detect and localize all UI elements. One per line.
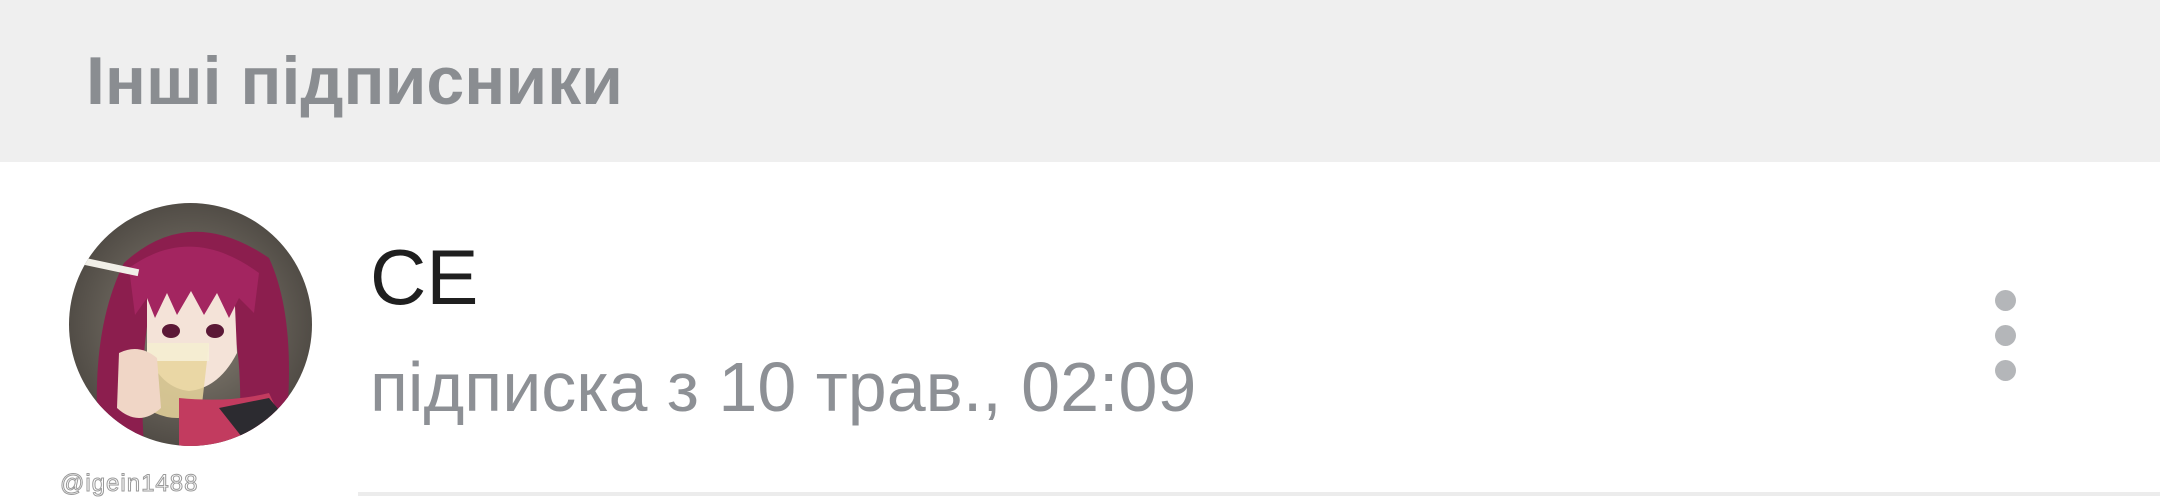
section-header: Інші підписники: [0, 0, 2160, 162]
subscribers-screen: Інші підписники CE підписка з 10 трав., …: [0, 0, 2160, 502]
watermark: @igein1488: [59, 470, 199, 498]
section-title: Інші підписники: [86, 43, 623, 119]
menu-dot: [1995, 290, 2016, 311]
avatar[interactable]: [69, 203, 312, 446]
subscription-date: підписка з 10 трав., 02:09: [370, 348, 1197, 426]
avatar-image: [69, 203, 312, 446]
more-vertical-icon[interactable]: [1980, 282, 2030, 392]
menu-dot: [1995, 325, 2016, 346]
divider: [358, 492, 2160, 496]
subscriber-list-item[interactable]: CE підписка з 10 трав., 02:09 @igein1488: [0, 162, 2160, 502]
menu-dot: [1995, 360, 2016, 381]
subscriber-name: CE: [370, 233, 479, 321]
